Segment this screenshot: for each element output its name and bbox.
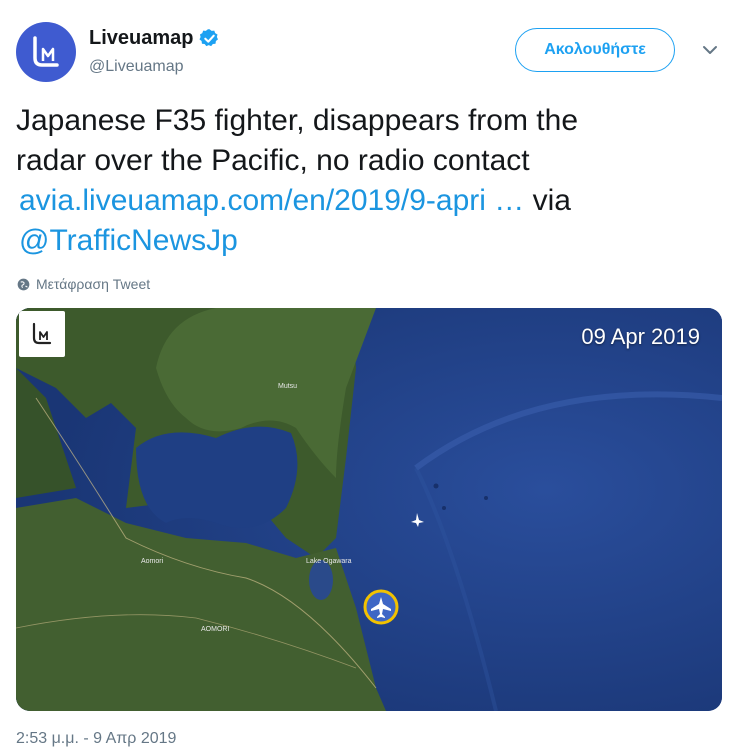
follow-button[interactable]: Ακολουθήστε bbox=[515, 28, 675, 72]
translate-tweet-button[interactable]: Μετάφραση Tweet bbox=[17, 276, 150, 292]
liveuamap-logo-icon bbox=[33, 36, 59, 67]
place-label-mutsu: Mutsu bbox=[278, 383, 298, 390]
tweet-text: Japanese F35 fighter, disappears from th… bbox=[16, 101, 716, 261]
mention-link[interactable]: @TrafficNewsJp bbox=[19, 224, 238, 257]
translate-label: Μετάφραση Tweet bbox=[36, 276, 151, 292]
chevron-down-icon[interactable] bbox=[700, 42, 720, 58]
tweet-link-line: avia.liveuamap.com/en/2019/9-apri … via bbox=[16, 181, 716, 221]
link-ellipsis[interactable]: … bbox=[486, 184, 524, 217]
airplane-icon[interactable] bbox=[363, 589, 399, 625]
tweet-text-line-1: Japanese F35 fighter, disappears from th… bbox=[16, 104, 579, 137]
author-name-row: Liveuamap bbox=[89, 27, 220, 50]
avatar[interactable] bbox=[16, 22, 76, 82]
map-image bbox=[16, 308, 722, 711]
place-label-aomori-city: Aomori bbox=[141, 558, 164, 565]
display-name[interactable]: Liveuamap bbox=[89, 27, 193, 50]
article-link[interactable]: avia.liveuamap.com/en/2019/9-apri bbox=[19, 184, 486, 217]
verified-badge-icon bbox=[199, 29, 219, 47]
via-text: via bbox=[524, 184, 571, 217]
tweet-text-line-2: radar over the Pacific, no radio contact bbox=[16, 144, 530, 177]
liveuamap-logo-icon bbox=[32, 322, 52, 345]
map-date-label: 09 Apr 2019 bbox=[581, 324, 700, 349]
tweet-media-map[interactable]: 09 Apr 2019 Aomori AOMORI Mutsu Lake Oga… bbox=[16, 308, 722, 711]
place-label-lake-ogawara: Lake Ogawara bbox=[306, 558, 352, 565]
place-label-aomori-pref: AOMORI bbox=[201, 626, 230, 633]
user-handle[interactable]: @Liveuamap bbox=[89, 58, 184, 76]
map-logo bbox=[19, 311, 65, 357]
globe-icon bbox=[17, 278, 30, 290]
tweet-timestamp[interactable]: 2:53 μ.μ. - 9 Απρ 2019 bbox=[16, 730, 176, 748]
